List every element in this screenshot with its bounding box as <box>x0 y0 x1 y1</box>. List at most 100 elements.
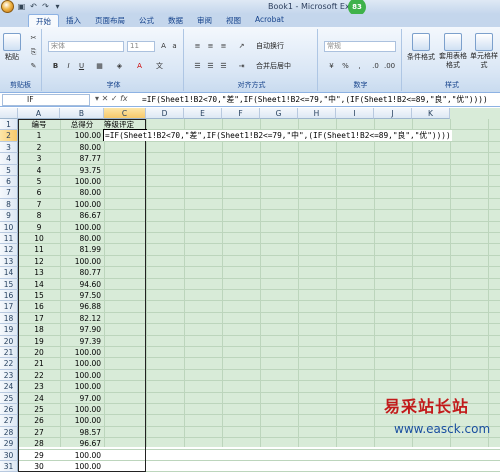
tab-insert[interactable]: 插入 <box>59 14 88 27</box>
cell-id[interactable]: 19 <box>18 336 60 347</box>
align-center-icon[interactable]: ☰ <box>205 61 216 71</box>
cell-score[interactable]: 86.67 <box>60 210 104 221</box>
cell-score[interactable]: 100.00 <box>60 450 104 461</box>
select-all-corner[interactable] <box>0 108 18 119</box>
indent-icon[interactable]: ⇥ <box>236 61 247 71</box>
tab-home[interactable]: 开始 <box>28 14 59 27</box>
column-header-c[interactable]: C <box>104 108 146 119</box>
cell-id[interactable]: 6 <box>18 187 60 198</box>
row-header[interactable]: 29 <box>0 438 18 450</box>
cancel-icon[interactable]: ✕ <box>102 94 109 103</box>
font-name-combo[interactable]: 宋体 <box>48 41 124 52</box>
cell-id[interactable]: 4 <box>18 165 60 176</box>
merge-center-button[interactable]: 合并后居中 <box>256 61 291 71</box>
cell-id[interactable]: 15 <box>18 290 60 301</box>
row-header[interactable]: 6 <box>0 176 18 188</box>
dropdown-arrow-icon[interactable]: ▾ <box>95 94 99 103</box>
orientation-icon[interactable]: ↗ <box>236 41 247 51</box>
cell-id[interactable]: 12 <box>18 256 60 267</box>
cell-score[interactable]: 87.77 <box>60 153 104 164</box>
cell-id[interactable]: 7 <box>18 199 60 210</box>
cell-id[interactable]: 22 <box>18 370 60 381</box>
row-header[interactable]: 16 <box>0 290 18 302</box>
row-header[interactable]: 22 <box>0 358 18 370</box>
cell-id[interactable]: 30 <box>18 461 60 472</box>
row-header[interactable]: 28 <box>0 426 18 439</box>
currency-icon[interactable]: ¥ <box>326 61 337 71</box>
italic-icon[interactable]: I <box>63 61 74 71</box>
cell-id[interactable]: 18 <box>18 324 60 335</box>
cell-score[interactable]: 94.60 <box>60 279 104 290</box>
row-header[interactable]: 10 <box>0 221 18 233</box>
border-icon[interactable]: ▦ <box>94 61 105 71</box>
cell-id[interactable]: 26 <box>18 415 60 426</box>
cell-id[interactable]: 13 <box>18 267 60 278</box>
row-header[interactable]: 7 <box>0 187 18 199</box>
enter-icon[interactable]: ✓ <box>111 94 118 103</box>
cell-score[interactable]: 100.00 <box>60 370 104 381</box>
wrap-text-button[interactable]: 自动换行 <box>256 41 284 51</box>
row-header[interactable]: 13 <box>0 255 18 268</box>
paste-button[interactable]: 粘贴 <box>3 33 21 62</box>
cell-score[interactable]: 100.00 <box>60 381 104 392</box>
column-header-i[interactable]: I <box>336 108 374 119</box>
increase-decimal-icon[interactable]: .0 <box>370 61 381 71</box>
align-left-icon[interactable]: ☰ <box>192 61 203 71</box>
align-top-icon[interactable]: ≡ <box>192 41 203 51</box>
tab-review[interactable]: 审阅 <box>190 14 219 27</box>
cell-id[interactable]: 29 <box>18 450 60 461</box>
row-header[interactable]: 23 <box>0 369 18 382</box>
row-header[interactable]: 4 <box>0 153 18 165</box>
comma-icon[interactable]: , <box>354 61 365 71</box>
customize-qat-icon[interactable]: ▾ <box>53 2 62 11</box>
bold-icon[interactable]: B <box>50 61 61 71</box>
decrease-decimal-icon[interactable]: .00 <box>384 61 395 71</box>
column-header-a[interactable]: A <box>18 108 60 119</box>
row-header[interactable]: 30 <box>0 449 18 461</box>
formula-input[interactable]: =IF(Sheet1!B2<70,"差",IF(Sheet1!B2<=79,"中… <box>142 94 488 105</box>
cell-score[interactable]: 97.90 <box>60 324 104 335</box>
cell-id[interactable]: 24 <box>18 393 60 404</box>
cell-score[interactable]: 100.00 <box>60 358 104 369</box>
cell-id[interactable]: 5 <box>18 176 60 187</box>
conditional-format-button[interactable]: 条件格式 <box>406 33 436 62</box>
cell-score[interactable]: 100.00 <box>60 347 104 358</box>
cell-score[interactable]: 100.00 <box>60 222 104 233</box>
row-header[interactable]: 21 <box>0 347 18 359</box>
cell-score[interactable]: 96.67 <box>60 438 104 449</box>
row-header[interactable]: 11 <box>0 233 18 245</box>
tab-view[interactable]: 视图 <box>219 14 248 27</box>
column-header-d[interactable]: D <box>146 108 184 119</box>
cell-id[interactable]: 21 <box>18 358 60 369</box>
cell-id[interactable]: 2 <box>18 142 60 153</box>
cell-id[interactable]: 11 <box>18 244 60 255</box>
row-header[interactable]: 31 <box>0 461 18 472</box>
phonetic-icon[interactable]: 文 <box>154 61 165 71</box>
header-score[interactable]: 总得分 <box>60 119 104 130</box>
cell-score[interactable]: 97.00 <box>60 393 104 404</box>
column-header-f[interactable]: F <box>222 108 260 119</box>
cell-id[interactable]: 14 <box>18 279 60 290</box>
cell-score[interactable]: 97.50 <box>60 290 104 301</box>
font-color-icon[interactable]: A <box>134 61 145 71</box>
save-icon[interactable]: ▣ <box>17 2 26 11</box>
cell-score[interactable]: 100.00 <box>60 256 104 267</box>
insert-function-icon[interactable]: fx <box>120 94 128 103</box>
cell-score[interactable]: 100.00 <box>60 199 104 210</box>
row-header[interactable]: 18 <box>0 312 18 325</box>
fill-color-icon[interactable]: ◈ <box>114 61 125 71</box>
tab-data[interactable]: 数据 <box>161 14 190 27</box>
cell-id[interactable]: 1 <box>18 130 60 141</box>
row-header[interactable]: 26 <box>0 404 18 416</box>
cell-score[interactable]: 100.00 <box>60 130 104 141</box>
row-header[interactable]: 9 <box>0 210 18 222</box>
format-as-table-button[interactable]: 套用表格格式 <box>438 33 468 70</box>
cell-score[interactable]: 80.77 <box>60 267 104 278</box>
column-header-e[interactable]: E <box>184 108 222 119</box>
undo-icon[interactable]: ↶ <box>29 2 38 11</box>
column-header-b[interactable]: B <box>60 108 104 119</box>
row-header[interactable]: 2 <box>0 130 18 142</box>
office-button[interactable] <box>1 0 14 13</box>
row-header[interactable]: 27 <box>0 415 18 427</box>
number-format-combo[interactable]: 常规 <box>324 41 396 52</box>
